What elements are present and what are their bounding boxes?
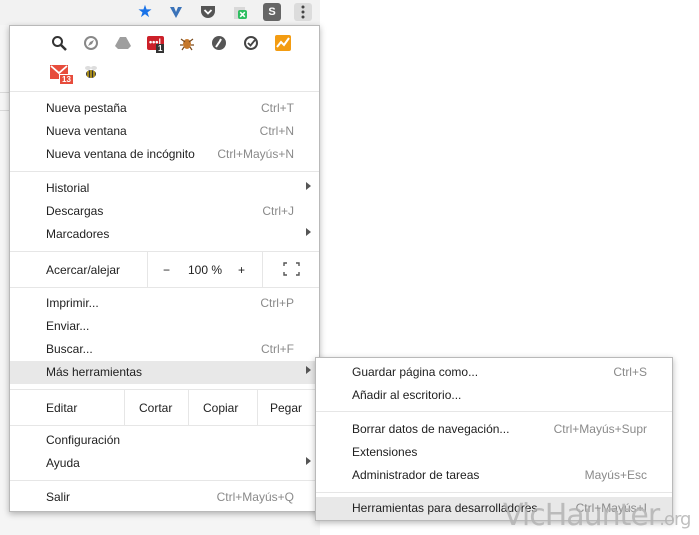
edit-row: Editar Cortar Copiar Pegar bbox=[10, 390, 319, 425]
menu-item-history[interactable]: Historial bbox=[10, 177, 319, 200]
submenu-item-extensions[interactable]: Extensiones bbox=[316, 441, 672, 464]
menu-kebab-icon[interactable] bbox=[294, 3, 312, 21]
lastpass-icon[interactable]: •••| 1 bbox=[146, 34, 165, 53]
watermark: VicHaunter.org bbox=[503, 498, 691, 533]
lastpass-badge: 1 bbox=[156, 44, 165, 53]
submenu-item-clear-data[interactable]: Borrar datos de navegación... Ctrl+Mayús… bbox=[316, 418, 672, 441]
fullscreen-button[interactable] bbox=[262, 252, 320, 287]
menu-item-label: Administrador de tareas bbox=[352, 468, 480, 482]
menu-item-shortcut: Ctrl+Mayús+N bbox=[217, 147, 294, 161]
submenu-item-add-desktop[interactable]: Añadir al escritorio... bbox=[316, 384, 672, 407]
zoom-label: Acercar/alejar bbox=[46, 263, 121, 277]
browser-toolbar: ★ S bbox=[0, 0, 320, 26]
menu-item-label: Guardar página como... bbox=[352, 365, 479, 379]
compass-icon[interactable] bbox=[82, 34, 100, 52]
menu-item-label: Ayuda bbox=[46, 456, 80, 470]
zoom-out-button[interactable]: − bbox=[163, 263, 170, 277]
evernote-clip-icon[interactable] bbox=[231, 3, 249, 21]
menu-item-label: Extensiones bbox=[352, 445, 418, 459]
separator bbox=[10, 425, 319, 426]
zoom-controls: − 100 % + bbox=[147, 252, 262, 287]
menu-item-label: Historial bbox=[46, 181, 90, 195]
cut-button[interactable]: Cortar bbox=[124, 390, 188, 425]
edit-label: Editar bbox=[46, 401, 78, 415]
speed-icon[interactable] bbox=[210, 34, 228, 52]
menu-item-settings[interactable]: Configuración bbox=[10, 429, 319, 452]
cut-label: Cortar bbox=[139, 401, 173, 415]
paste-button[interactable]: Pegar bbox=[257, 390, 320, 425]
copy-button[interactable]: Copiar bbox=[188, 390, 257, 425]
bug-icon[interactable] bbox=[178, 34, 196, 52]
more-tools-submenu: Guardar página como... Ctrl+S Añadir al … bbox=[315, 357, 673, 521]
menu-item-label: Nueva pestaña bbox=[46, 101, 127, 115]
menu-item-exit[interactable]: Salir Ctrl+Mayús+Q bbox=[10, 486, 319, 509]
menu-item-label: Añadir al escritorio... bbox=[352, 388, 462, 402]
menu-item-downloads[interactable]: Descargas Ctrl+J bbox=[10, 200, 319, 223]
star-icon[interactable]: ★ bbox=[136, 2, 154, 21]
menu-item-help[interactable]: Ayuda bbox=[10, 452, 319, 475]
paste-label: Pegar bbox=[270, 401, 303, 415]
separator bbox=[10, 287, 319, 288]
cloud-drive-icon[interactable] bbox=[114, 34, 132, 52]
s-extension-icon[interactable]: S bbox=[263, 3, 281, 21]
watermark-tld: .org bbox=[659, 509, 691, 530]
menu-item-find[interactable]: Buscar... Ctrl+F bbox=[10, 338, 319, 361]
gmail-badge: 13 bbox=[59, 74, 74, 85]
menu-item-label: Enviar... bbox=[46, 319, 90, 333]
menu-item-shortcut: Ctrl+P bbox=[260, 296, 294, 310]
menu-item-label: Nueva ventana de incógnito bbox=[46, 147, 195, 161]
menu-item-label: Descargas bbox=[46, 204, 104, 218]
chevron-right-icon bbox=[306, 457, 311, 465]
menu-item-label: Imprimir... bbox=[46, 296, 99, 310]
magnifier-icon[interactable] bbox=[50, 34, 68, 52]
menu-item-label: Borrar datos de navegación... bbox=[352, 422, 510, 436]
menu-item-label: Configuración bbox=[46, 433, 121, 447]
bee-icon[interactable] bbox=[82, 63, 100, 81]
gmail-icon[interactable]: 13 bbox=[50, 63, 74, 85]
browser-menu: •••| 1 13 Nueva pestaña Ctrl+T Nueva ven… bbox=[9, 25, 320, 512]
copy-label: Copiar bbox=[203, 401, 239, 415]
menu-item-shortcut: Ctrl+Mayús+Q bbox=[216, 490, 294, 504]
separator bbox=[316, 492, 672, 493]
separator bbox=[10, 171, 319, 172]
menu-item-label: Marcadores bbox=[46, 227, 110, 241]
fullscreen-icon bbox=[283, 262, 300, 276]
menu-item-bookmarks[interactable]: Marcadores bbox=[10, 223, 319, 246]
menu-item-shortcut: Ctrl+T bbox=[261, 101, 294, 115]
menu-item-shortcut: Mayús+Esc bbox=[584, 468, 647, 482]
menu-item-shortcut: Ctrl+S bbox=[613, 365, 647, 379]
menu-item-shortcut: Ctrl+J bbox=[262, 204, 294, 218]
zoom-row: Acercar/alejar − 100 % + bbox=[10, 252, 319, 287]
separator bbox=[10, 91, 319, 92]
submenu-item-task-manager[interactable]: Administrador de tareas Mayús+Esc bbox=[316, 464, 672, 487]
menu-item-label: Salir bbox=[46, 490, 71, 504]
chevron-right-icon bbox=[306, 228, 311, 236]
menu-item-shortcut: Ctrl+Mayús+Supr bbox=[553, 422, 647, 436]
menu-item-more-tools[interactable]: Más herramientas bbox=[10, 361, 319, 384]
menu-item-shortcut: Ctrl+F bbox=[261, 342, 294, 356]
vivaldi-v-icon[interactable] bbox=[167, 3, 185, 21]
clock-check-icon[interactable] bbox=[242, 34, 260, 52]
submenu-item-save-page[interactable]: Guardar página como... Ctrl+S bbox=[316, 361, 672, 384]
menu-item-new-tab[interactable]: Nueva pestaña Ctrl+T bbox=[10, 97, 319, 120]
menu-item-incognito[interactable]: Nueva ventana de incógnito Ctrl+Mayús+N bbox=[10, 143, 319, 166]
zoom-value: 100 % bbox=[188, 263, 223, 277]
chevron-right-icon bbox=[306, 366, 311, 374]
chevron-right-icon bbox=[306, 182, 311, 190]
zoom-in-button[interactable]: + bbox=[238, 263, 245, 277]
menu-item-shortcut: Ctrl+N bbox=[259, 124, 294, 138]
menu-item-cast[interactable]: Enviar... bbox=[10, 315, 319, 338]
separator bbox=[316, 411, 672, 412]
chart-icon[interactable] bbox=[274, 34, 292, 52]
separator bbox=[10, 480, 319, 481]
menu-item-label: Nueva ventana bbox=[46, 124, 127, 138]
menu-item-label: Más herramientas bbox=[46, 365, 143, 379]
watermark-main: VicHaunter bbox=[503, 498, 660, 533]
menu-item-print[interactable]: Imprimir... Ctrl+P bbox=[10, 292, 319, 315]
menu-item-label: Buscar... bbox=[46, 342, 93, 356]
menu-item-new-window[interactable]: Nueva ventana Ctrl+N bbox=[10, 120, 319, 143]
pocket-icon[interactable] bbox=[199, 3, 217, 21]
